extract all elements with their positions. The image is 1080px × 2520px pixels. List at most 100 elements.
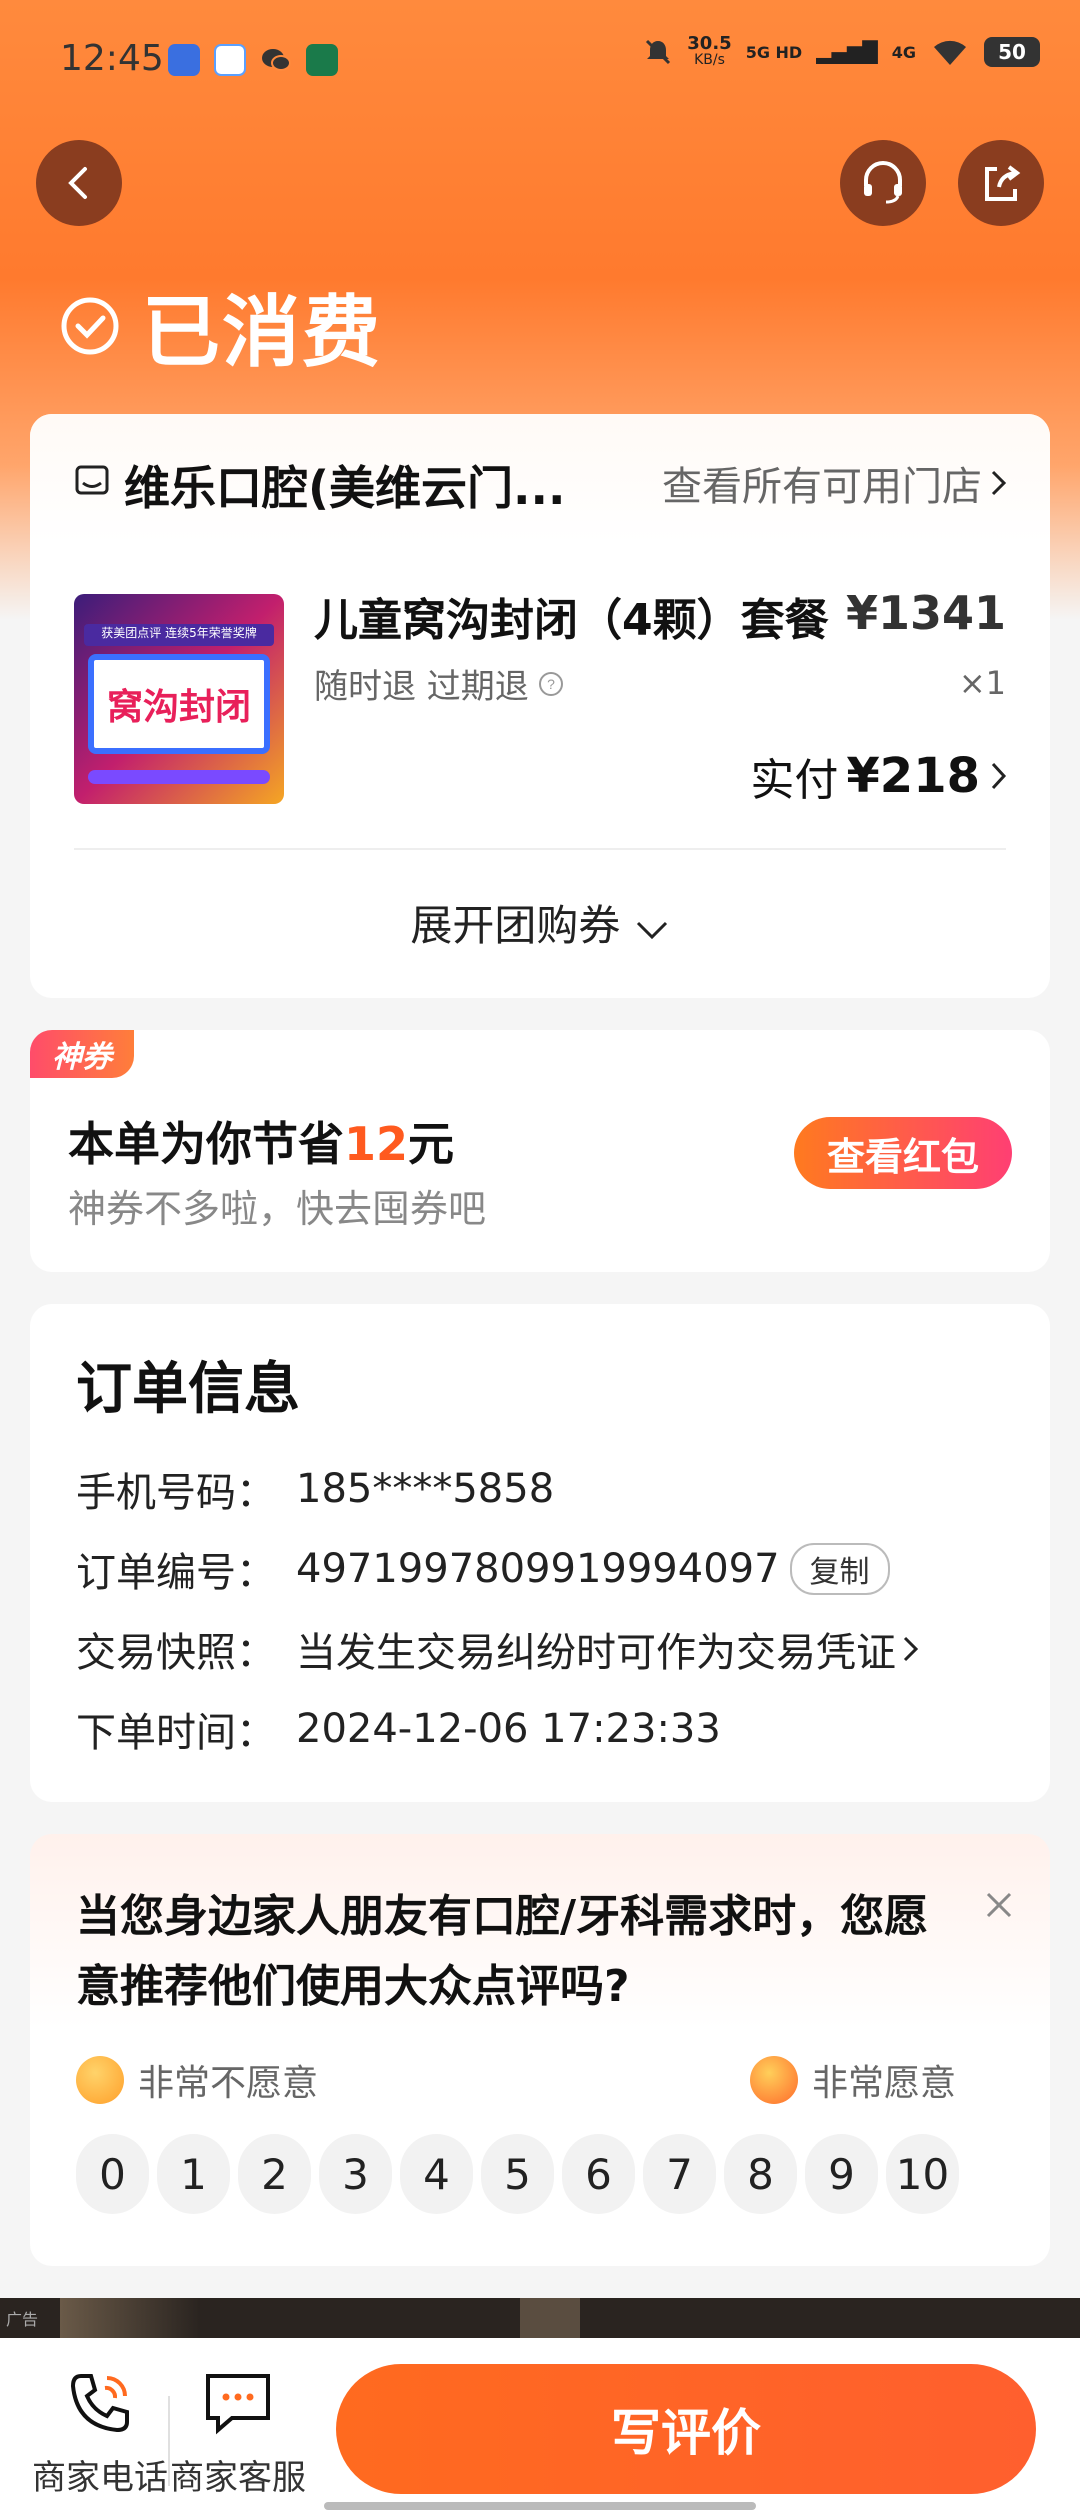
paid-label: 实付 [750, 755, 839, 806]
phone-row: 手机号码： 185****5858 [76, 1460, 554, 1518]
savings-suffix: 元 [408, 1117, 455, 1171]
nps-option-8[interactable]: 8 [724, 2134, 797, 2214]
back-button[interactable] [36, 140, 122, 226]
nps-scale: 0 1 2 3 4 5 6 7 8 9 10 [76, 2134, 959, 2214]
net-type-2: 4G [891, 42, 916, 62]
store-name[interactable]: 维乐口腔(美维云门... [124, 452, 565, 518]
net-speed-unit: KB/s [694, 52, 725, 68]
thumb-bar [88, 770, 270, 784]
order-number-label: 订单编号： [76, 1550, 276, 1596]
product-title[interactable]: 儿童窝沟封闭（4颗）套餐 [314, 584, 829, 648]
scale-high: 非常愿意 [750, 2054, 956, 2106]
thumb-text: 窝沟封闭 [88, 654, 270, 754]
nps-option-10[interactable]: 10 [886, 2134, 959, 2214]
scale-low: 非常不愿意 [76, 2054, 318, 2106]
nps-option-2[interactable]: 2 [238, 2134, 311, 2214]
close-icon [986, 1892, 1012, 1918]
merchant-chat-label: 商家客服 [170, 2458, 306, 2498]
app-icon-1 [168, 44, 200, 76]
customer-service-button[interactable] [840, 140, 926, 226]
scale-low-label: 非常不愿意 [138, 2063, 319, 2104]
merchant-phone-button[interactable]: 商家电话 [30, 2368, 170, 2499]
snapshot-row[interactable]: 交易快照： 当发生交易纠纷时可作为交易凭证 [76, 1620, 922, 1678]
savings-text: 本单为你节省12元 [68, 1108, 454, 1174]
nps-option-1[interactable]: 1 [157, 2134, 230, 2214]
snapshot-value: 当发生交易纠纷时可作为交易凭证 [296, 1630, 896, 1676]
product-card: 维乐口腔(美维云门... 查看所有可用门店 获美团点评 连续5年荣誉奖牌 窝沟封… [30, 414, 1050, 998]
phone-value: 185****5858 [296, 1466, 555, 1512]
divider [74, 848, 1006, 850]
all-stores-link[interactable]: 查看所有可用门店 [662, 454, 1010, 512]
view-red-packet-button[interactable]: 查看红包 [794, 1117, 1012, 1189]
help-icon[interactable]: ? [537, 670, 565, 698]
ad-banner[interactable] [0, 2298, 1080, 2338]
expand-label: 展开团购券 [410, 901, 621, 950]
snapshot-label: 交易快照： [76, 1630, 276, 1676]
nps-option-7[interactable]: 7 [643, 2134, 716, 2214]
wifi-icon [934, 40, 966, 65]
expand-coupons-button[interactable]: 展开团购券 [30, 892, 1050, 953]
nps-option-5[interactable]: 5 [481, 2134, 554, 2214]
merchant-chat-button[interactable]: 商家客服 [168, 2368, 308, 2499]
sad-face-icon [76, 2056, 124, 2104]
signal-icon: ▂▄▆█ [816, 40, 878, 64]
product-thumbnail[interactable]: 获美团点评 连续5年荣誉奖牌 窝沟封闭 [74, 594, 284, 804]
chevron-right-icon [903, 1636, 919, 1662]
write-review-button[interactable]: 写评价 [336, 2364, 1036, 2494]
app-icon-2 [214, 44, 246, 76]
voucher-tag: 神券 [30, 1030, 134, 1078]
svg-text:?: ? [547, 676, 555, 692]
nps-option-3[interactable]: 3 [319, 2134, 392, 2214]
order-number-value: 4971997809919994097 [296, 1546, 780, 1592]
chat-icon [206, 2374, 270, 2435]
scale-high-label: 非常愿意 [812, 2063, 957, 2104]
happy-face-icon [750, 2056, 798, 2104]
mute-icon [646, 39, 671, 65]
net-type-1: 5G HD [745, 42, 803, 62]
home-indicator[interactable] [324, 2502, 756, 2510]
battery-indicator: 50 [984, 37, 1040, 67]
phone-label: 手机号码： [76, 1470, 276, 1516]
app-icon-4 [306, 44, 338, 76]
close-survey-button[interactable] [984, 1884, 1014, 1930]
ad-label: 广告 [6, 2310, 39, 2329]
order-time-row: 下单时间： 2024-12-06 17:23:33 [76, 1700, 721, 1758]
store-icon [75, 465, 109, 495]
nps-option-9[interactable]: 9 [805, 2134, 878, 2214]
voucher-subtitle: 神券不多啦，快去囤券吧 [68, 1187, 487, 1231]
order-number-row: 订单编号： 4971997809919994097 复制 [76, 1540, 890, 1598]
chevron-left-icon [68, 167, 87, 199]
thumb-banner: 获美团点评 连续5年荣誉奖牌 [84, 624, 274, 646]
merchant-phone-label: 商家电话 [32, 2458, 168, 2498]
refund-policy: 随时退 过期退 ? [314, 659, 565, 708]
nps-option-6[interactable]: 6 [562, 2134, 635, 2214]
ad-image-part [60, 2298, 200, 2338]
headset-icon [864, 161, 902, 204]
product-quantity: ×1 [958, 664, 1006, 702]
phone-icon [70, 2374, 129, 2433]
order-info-title: 订单信息 [76, 1357, 300, 1422]
chevron-right-icon [991, 470, 1007, 496]
order-status-label: 已消费 [142, 288, 383, 378]
refund-tags: 随时退 过期退 [314, 667, 529, 707]
nps-option-0[interactable]: 0 [76, 2134, 149, 2214]
savings-prefix: 本单为你节省 [68, 1117, 344, 1171]
savings-amount: 12 [344, 1117, 409, 1171]
share-icon [985, 165, 1021, 201]
status-indicators: 30.5 KB/s 5G HD ▂▄▆█ 4G 50 [643, 33, 1040, 68]
nps-survey-card: 当您身边家人朋友有口腔/牙科需求时，您愿意推荐他们使用大众点评吗? 非常不愿意 … [30, 1834, 1050, 2266]
survey-question: 当您身边家人朋友有口腔/牙科需求时，您愿意推荐他们使用大众点评吗? [76, 1891, 929, 2012]
product-price: ¥1341 [845, 586, 1006, 640]
nps-option-4[interactable]: 4 [400, 2134, 473, 2214]
ad-image-part [520, 2298, 580, 2338]
status-time: 12:45 [60, 38, 164, 79]
all-stores-label: 查看所有可用门店 [662, 464, 982, 510]
share-button[interactable] [958, 140, 1044, 226]
voucher-card: 神券 本单为你节省12元 神券不多啦，快去囤券吧 查看红包 [30, 1030, 1050, 1272]
check-circle-icon [61, 297, 119, 355]
wechat-icon [260, 44, 292, 76]
net-speed: 30.5 [687, 33, 732, 54]
chevron-down-icon [636, 921, 667, 939]
paid-amount-row[interactable]: 实付 ¥218 [750, 744, 1010, 808]
copy-button[interactable]: 复制 [789, 1543, 890, 1595]
